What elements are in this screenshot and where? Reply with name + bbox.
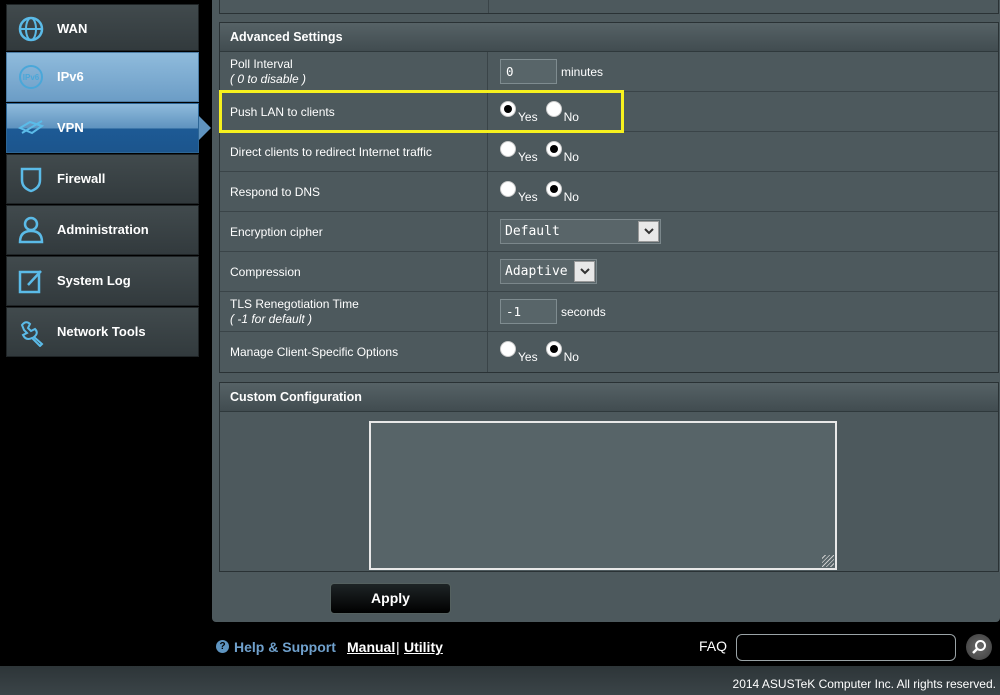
field-label: TLS Renegotiation Time (230, 297, 359, 311)
shield-icon (20, 167, 42, 193)
custom-configuration-section: Custom Configuration (219, 382, 999, 572)
push-lan-yes-radio[interactable]: Yes (500, 99, 538, 125)
field-label: Push LAN to clients (230, 104, 335, 119)
main-panel: Advanced Settings Poll Interval ( 0 to d… (212, 0, 1000, 622)
poll-interval-row: Poll Interval ( 0 to disable ) 0 minutes (220, 52, 998, 92)
compression-row: Compression Adaptive (220, 252, 998, 292)
redirect-yes-radio[interactable]: Yes (500, 139, 538, 165)
client-specific-no-radio[interactable]: No (545, 339, 579, 365)
sidebar-item-wan[interactable]: WAN (6, 4, 199, 51)
encryption-cipher-select[interactable]: Default (500, 219, 661, 244)
chevron-down-icon (638, 221, 659, 242)
field-label: Manage Client-Specific Options (230, 345, 399, 359)
log-icon (18, 270, 42, 294)
help-icon: ? (216, 640, 229, 653)
custom-configuration-textarea[interactable] (369, 421, 837, 570)
sidebar-item-ipv6[interactable]: IPv6 IPv6 (6, 52, 199, 102)
sidebar-item-label: Administration (57, 222, 149, 237)
encryption-cipher-row: Encryption cipher Default (220, 212, 998, 252)
sidebar-item-label: System Log (57, 273, 131, 288)
tls-renegotiation-input[interactable]: -1 (500, 299, 557, 324)
redirect-traffic-row: Direct clients to redirect Internet traf… (220, 132, 998, 172)
help-support-link[interactable]: Help & Support (234, 639, 336, 655)
vpn-icon (17, 120, 45, 135)
sidebar-item-system-log[interactable]: System Log (6, 256, 199, 306)
sidebar-item-label: VPN (57, 120, 84, 135)
sidebar: WAN IPv6 IPv6 VPN Firewall Administratio… (6, 4, 211, 358)
sidebar-item-label: Firewall (57, 171, 106, 186)
redirect-no-radio[interactable]: No (545, 139, 579, 165)
sidebar-item-network-tools[interactable]: Network Tools (6, 307, 199, 357)
tls-renegotiation-row: TLS Renegotiation Time ( -1 for default … (220, 292, 998, 332)
unit-label: seconds (561, 304, 606, 319)
copyright-bar: 2014 ASUSTeK Computer Inc. All rights re… (0, 666, 1000, 695)
manual-link[interactable]: Manual (347, 639, 395, 655)
field-label: Encryption cipher (230, 224, 323, 239)
user-icon (18, 216, 44, 244)
separator: | (396, 639, 400, 655)
sidebar-item-label: Network Tools (57, 324, 146, 339)
field-hint: ( 0 to disable ) (230, 72, 307, 86)
field-label: Poll Interval (230, 57, 293, 71)
sidebar-item-vpn[interactable]: VPN (6, 103, 211, 153)
field-hint: ( -1 for default ) (230, 312, 313, 326)
push-lan-no-radio[interactable]: No (545, 99, 579, 125)
section-header: Custom Configuration (220, 383, 998, 412)
section-header: Advanced Settings (220, 23, 998, 52)
field-label: Compression (230, 264, 301, 279)
advanced-settings-section: Advanced Settings Poll Interval ( 0 to d… (219, 22, 999, 373)
field-label: Direct clients to redirect Internet traf… (230, 144, 432, 159)
footer: ? Help & Support Manual | Utility FAQ (212, 628, 1000, 666)
compression-select[interactable]: Adaptive (500, 259, 597, 284)
sidebar-item-label: IPv6 (57, 69, 84, 84)
field-label: Respond to DNS (230, 184, 321, 199)
push-lan-row: Push LAN to clients Yes No (220, 92, 998, 132)
chevron-down-icon (574, 261, 595, 282)
dns-no-radio[interactable]: No (545, 179, 579, 205)
sidebar-item-administration[interactable]: Administration (6, 205, 199, 255)
previous-section-remnant (219, 0, 999, 14)
faq-search-input[interactable] (736, 634, 956, 661)
ipv6-icon: IPv6 (19, 65, 43, 89)
svg-text:IPv6: IPv6 (23, 73, 40, 82)
client-specific-row: Manage Client-Specific Options Yes No (220, 332, 998, 372)
search-icon (972, 640, 986, 654)
sidebar-item-firewall[interactable]: Firewall (6, 154, 199, 204)
apply-button[interactable]: Apply (330, 583, 451, 614)
dns-yes-radio[interactable]: Yes (500, 179, 538, 205)
client-specific-yes-radio[interactable]: Yes (500, 339, 538, 365)
resize-grip-icon[interactable] (822, 555, 834, 567)
poll-interval-input[interactable]: 0 (500, 59, 557, 84)
wrench-icon (20, 321, 44, 347)
globe-icon (18, 16, 44, 42)
utility-link[interactable]: Utility (404, 639, 443, 655)
search-button[interactable] (966, 634, 992, 660)
sidebar-item-label: WAN (57, 21, 88, 36)
faq-label: FAQ (699, 638, 728, 654)
respond-dns-row: Respond to DNS Yes No (220, 172, 998, 212)
unit-label: minutes (561, 64, 604, 79)
